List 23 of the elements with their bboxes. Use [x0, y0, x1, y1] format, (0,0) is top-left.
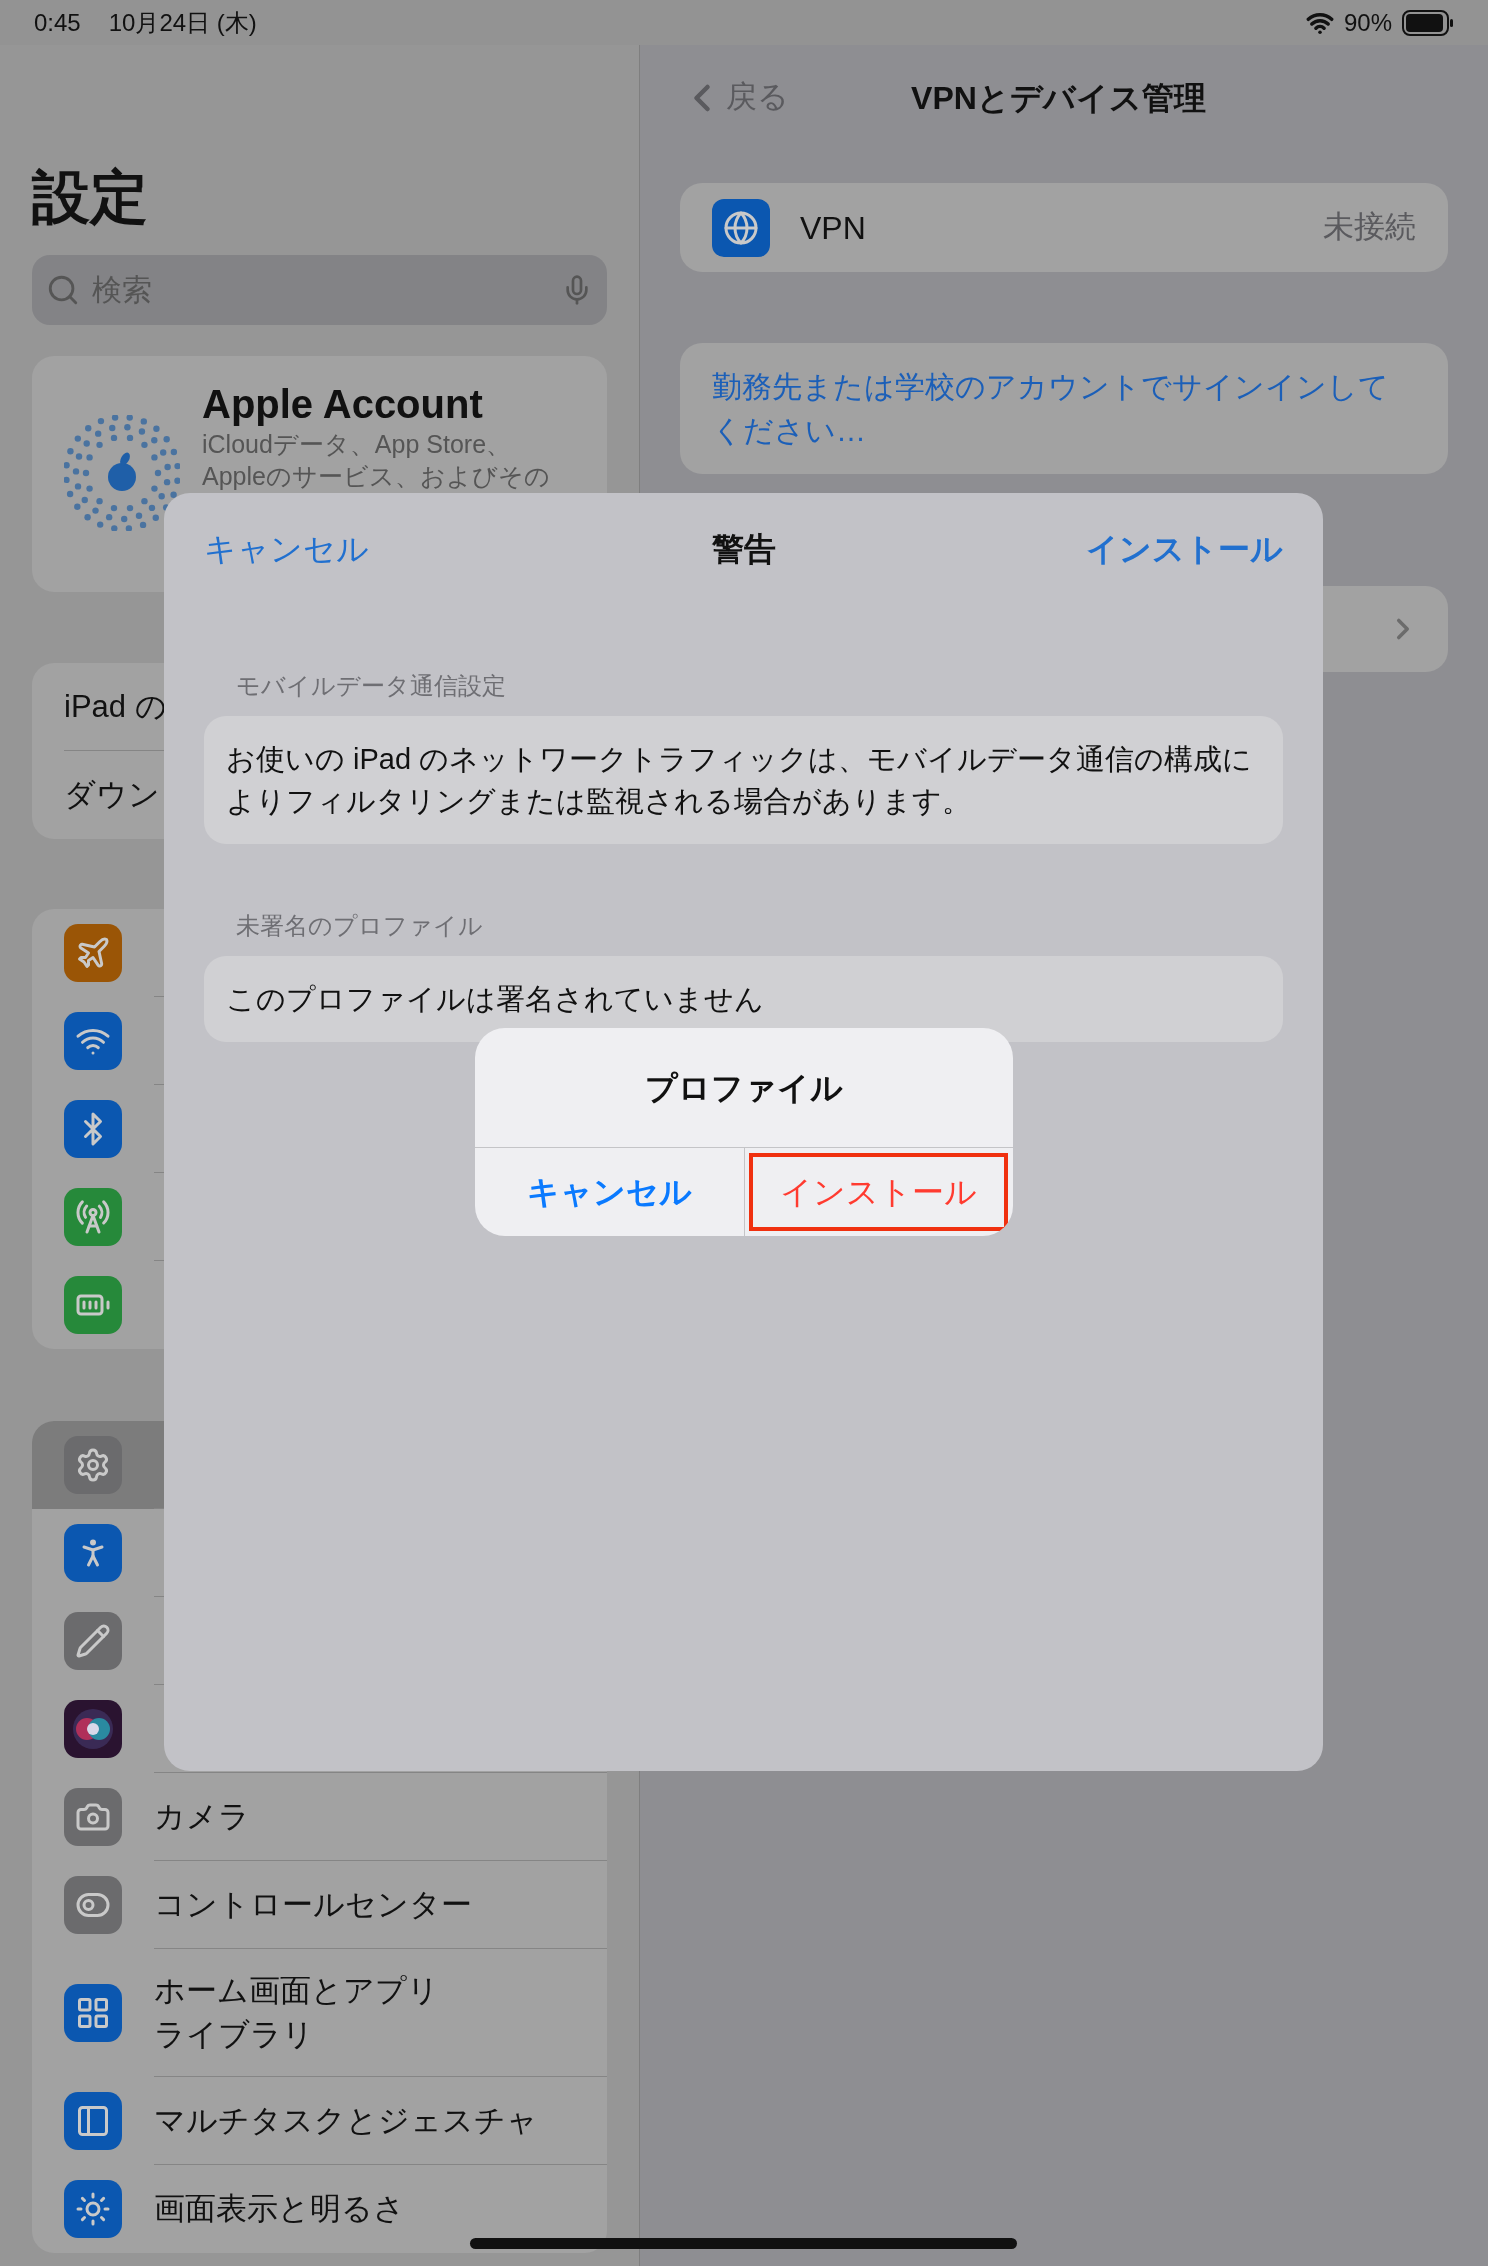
row-label: マルチタスクとジェスチャ [154, 2101, 538, 2140]
account-subtitle: Appleのサービス、およびその [202, 461, 550, 492]
nav-title: VPNとデバイス管理 [911, 78, 1206, 118]
section-header: モバイルデータ通信設定 [235, 671, 507, 701]
sheet-title: 警告 [711, 530, 776, 569]
row-label: iPad の [64, 687, 167, 726]
section-text: このプロファイルは署名されていません [226, 983, 764, 1015]
row-label: ホーム画面とアプリ [154, 1971, 439, 2010]
section-header: 未署名のプロファイル [235, 911, 484, 941]
page-title: 設定 [32, 163, 149, 231]
row-label: コントロールセンター [154, 1885, 472, 1924]
vpn-status: 未接続 [1323, 208, 1416, 247]
status-time: 0:45 [34, 7, 81, 38]
section-text: お使いの iPad のネットワークトラフィックは、モバイルデータ通信の構成によりフィルタリングまたは監視される場合があります。 [226, 743, 1253, 817]
alert-title: プロファイル [645, 1068, 843, 1108]
row-label: ライブラリ [154, 2015, 315, 2054]
account-name: Apple Account [202, 381, 484, 428]
account-subtitle: iCloudデータ、App Store、 [202, 429, 513, 460]
vpn-label: VPN [800, 208, 866, 248]
row-label: カメラ [154, 1797, 250, 1836]
status-date: 10月24日 (木) [108, 7, 257, 38]
row-label: 画面表示と明るさ [154, 2190, 405, 2228]
battery-percent: 90% [1343, 7, 1392, 38]
